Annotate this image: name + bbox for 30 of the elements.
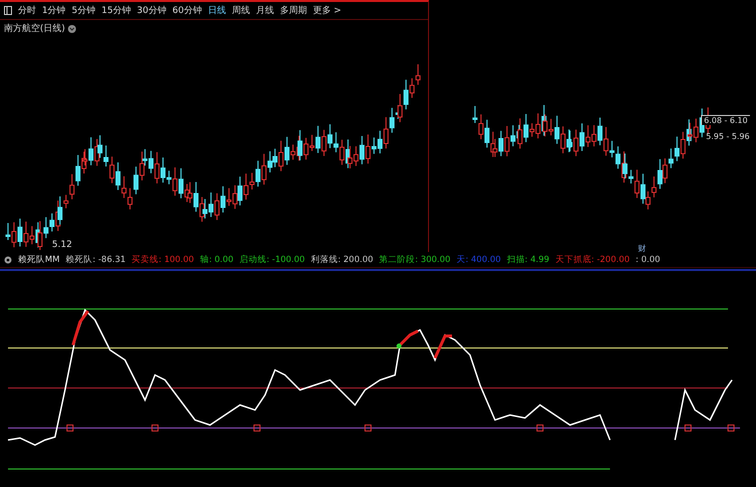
price-range-label: 5.95 - 5.96	[706, 132, 750, 141]
indicator-value: 天下抓底: -200.00	[555, 254, 630, 266]
indicator-value: 轴: 0.00	[200, 254, 234, 266]
period-tab[interactable]: 月线	[256, 4, 274, 17]
dropdown-icon[interactable]	[68, 24, 76, 32]
period-tab[interactable]: 5分钟	[72, 4, 96, 17]
period-tab[interactable]: 周线	[232, 4, 250, 17]
gear-icon[interactable]	[4, 256, 12, 264]
period-tab[interactable]: 分时	[18, 4, 36, 17]
period-tab[interactable]: 60分钟	[172, 4, 202, 17]
period-tab[interactable]: 1分钟	[42, 4, 66, 17]
panel-icon[interactable]	[4, 6, 12, 15]
period-tab[interactable]: 多周期	[280, 4, 307, 17]
price-range-label: 6.08 - 6.10	[701, 115, 750, 125]
indicator-value: 第二阶段: 300.00	[379, 254, 450, 266]
price-label: 5.12	[52, 240, 72, 250]
period-tab[interactable]: 30分钟	[136, 4, 166, 17]
indicator-value: 赖死队: -86.31	[66, 254, 126, 266]
indicator-value: 扫描: 4.99	[506, 254, 550, 266]
event-marker: 财	[638, 243, 646, 254]
indicator-value: 买卖线: 100.00	[132, 254, 194, 266]
indicator-name: 赖死队MM	[18, 254, 60, 266]
indicator-value: 启动线: -100.00	[239, 254, 305, 266]
indicator-value: 天: 400.00	[456, 254, 501, 266]
period-tab[interactable]: 15分钟	[101, 4, 131, 17]
indicator-value: : 0.00	[636, 254, 660, 264]
stock-title: 南方航空(日线)	[3, 22, 66, 35]
indicator-value: 利落线: 200.00	[310, 254, 374, 266]
period-tab[interactable]: 更多 >	[312, 4, 342, 17]
period-tab[interactable]: 日线	[208, 4, 226, 17]
